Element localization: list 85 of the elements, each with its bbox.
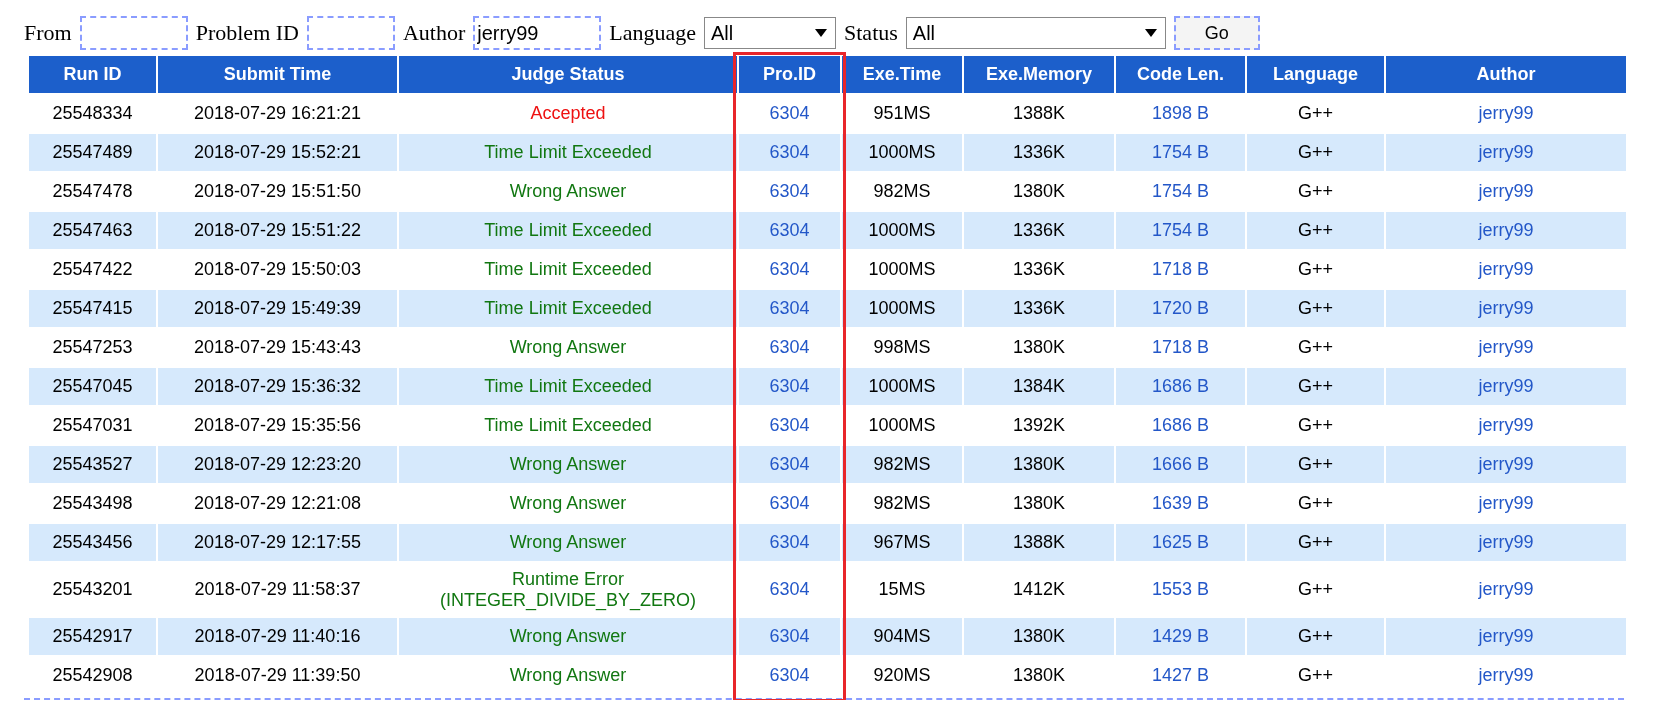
exe-time-cell: 1000MS	[842, 290, 962, 327]
author-link[interactable]: jerry99	[1386, 618, 1626, 655]
author-link[interactable]: jerry99	[1386, 290, 1626, 327]
author-link[interactable]: jerry99	[1386, 524, 1626, 561]
problem-id-link[interactable]: 6304	[739, 618, 840, 655]
exe-time-cell: 982MS	[842, 446, 962, 483]
run-id-cell: 25542917	[29, 618, 156, 655]
language-cell: G++	[1247, 446, 1384, 483]
problem-id-field[interactable]	[306, 16, 395, 50]
exe-memory-cell: 1380K	[964, 618, 1114, 655]
column-header: Language	[1247, 56, 1384, 93]
submit-time-cell: 2018-07-29 15:49:39	[158, 290, 397, 327]
exe-time-cell: 1000MS	[842, 368, 962, 405]
language-cell: G++	[1247, 212, 1384, 249]
judge-status-cell: Time Limit Exceeded	[399, 212, 737, 249]
run-id-cell: 25543527	[29, 446, 156, 483]
column-header: Code Len.	[1116, 56, 1245, 93]
column-header: Submit Time	[158, 56, 397, 93]
code-length-link[interactable]: 1625 B	[1116, 524, 1245, 561]
language-cell: G++	[1247, 524, 1384, 561]
submit-time-cell: 2018-07-29 11:40:16	[158, 618, 397, 655]
language-label: Language	[609, 20, 696, 46]
submit-time-cell: 2018-07-29 12:23:20	[158, 446, 397, 483]
author-label: Author	[402, 20, 466, 46]
from-label: From	[24, 20, 72, 46]
judge-status-cell: Time Limit Exceeded	[399, 368, 737, 405]
problem-id-link[interactable]: 6304	[739, 368, 840, 405]
author-link[interactable]: jerry99	[1386, 134, 1626, 171]
run-id-cell: 25547045	[29, 368, 156, 405]
exe-memory-cell: 1336K	[964, 212, 1114, 249]
exe-time-cell: 1000MS	[842, 134, 962, 171]
dropdown-caret-icon	[1144, 29, 1157, 37]
code-length-link[interactable]: 1429 B	[1116, 618, 1245, 655]
problem-id-link[interactable]: 6304	[739, 290, 840, 327]
exe-memory-cell: 1380K	[964, 446, 1114, 483]
judge-status-cell: Wrong Answer	[399, 446, 737, 483]
problem-id-label: Problem ID	[195, 20, 299, 46]
column-header: Run ID	[29, 56, 156, 93]
column-header: Pro.ID	[739, 56, 840, 93]
submit-time-cell: 2018-07-29 15:36:32	[158, 368, 397, 405]
column-header: Author	[1386, 56, 1626, 93]
status-label: Status	[844, 20, 898, 46]
run-id-cell: 25547489	[29, 134, 156, 171]
problem-id-link[interactable]: 6304	[739, 212, 840, 249]
author-field[interactable]: jerry99	[473, 16, 602, 50]
exe-memory-cell: 1336K	[964, 290, 1114, 327]
language-cell: G++	[1247, 618, 1384, 655]
problem-id-link[interactable]: 6304	[739, 524, 840, 561]
language-cell: G++	[1247, 290, 1384, 327]
code-length-link[interactable]: 1754 B	[1116, 212, 1245, 249]
judge-status-cell: Wrong Answer	[399, 618, 737, 655]
run-id-cell: 25543456	[29, 524, 156, 561]
code-length-link[interactable]: 1720 B	[1116, 290, 1245, 327]
problem-id-link[interactable]: 6304	[739, 134, 840, 171]
exe-time-cell: 1000MS	[842, 212, 962, 249]
judge-status-cell: Wrong Answer	[399, 524, 737, 561]
code-length-link[interactable]: 1754 B	[1116, 134, 1245, 171]
column-header: Exe.Time	[842, 56, 962, 93]
author-link[interactable]: jerry99	[1386, 446, 1626, 483]
column-header: Judge Status	[399, 56, 737, 93]
go-button[interactable]: Go	[1173, 16, 1260, 50]
language-select[interactable]: All	[704, 17, 836, 49]
exe-memory-cell: 1388K	[964, 524, 1114, 561]
exe-memory-cell: 1384K	[964, 368, 1114, 405]
from-field[interactable]	[79, 16, 188, 50]
problem-id-link[interactable]: 6304	[739, 446, 840, 483]
submit-time-cell: 2018-07-29 15:52:21	[158, 134, 397, 171]
judge-status-cell: Time Limit Exceeded	[399, 290, 737, 327]
submit-time-cell: 2018-07-29 12:17:55	[158, 524, 397, 561]
dropdown-caret-icon	[815, 29, 827, 37]
exe-memory-cell: 1336K	[964, 134, 1114, 171]
language-cell: G++	[1247, 134, 1384, 171]
author-link[interactable]: jerry99	[1386, 212, 1626, 249]
language-cell: G++	[1247, 368, 1384, 405]
exe-time-cell: 967MS	[842, 524, 962, 561]
run-id-cell: 25547415	[29, 290, 156, 327]
run-id-cell: 25547463	[29, 212, 156, 249]
submit-time-cell: 2018-07-29 15:51:22	[158, 212, 397, 249]
exe-time-cell: 904MS	[842, 618, 962, 655]
judge-status-cell: Time Limit Exceeded	[399, 134, 737, 171]
column-header: Exe.Memory	[964, 56, 1114, 93]
author-link[interactable]: jerry99	[1386, 368, 1626, 405]
code-length-link[interactable]: 1666 B	[1116, 446, 1245, 483]
code-length-link[interactable]: 1686 B	[1116, 368, 1245, 405]
status-select[interactable]: All	[905, 17, 1166, 49]
